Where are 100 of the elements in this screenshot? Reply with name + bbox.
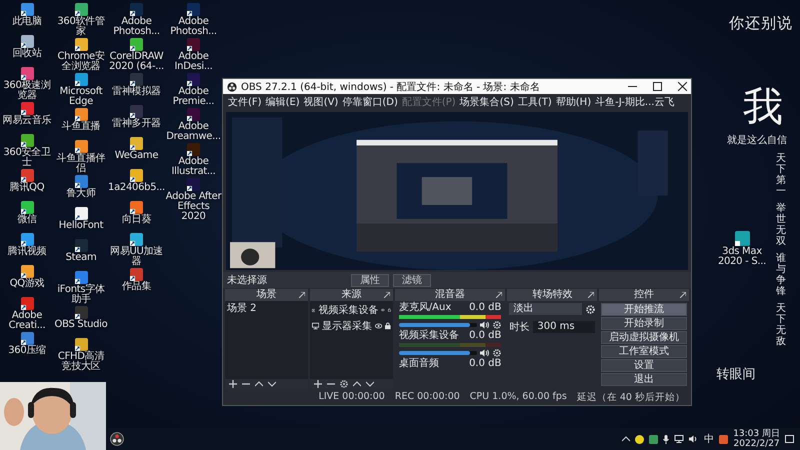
- volume-slider[interactable]: [398, 351, 478, 355]
- control-button[interactable]: 设置: [601, 359, 687, 372]
- app-icon[interactable]: [130, 105, 143, 118]
- network-icon[interactable]: [674, 435, 684, 443]
- app-icon[interactable]: [130, 169, 143, 182]
- menu-item[interactable]: 编辑(E): [266, 95, 300, 109]
- speaker-icon[interactable]: [480, 321, 490, 329]
- undock-icon[interactable]: [496, 292, 502, 298]
- app-icon[interactable]: [74, 73, 88, 86]
- app-icon[interactable]: [20, 332, 34, 345]
- menu-item[interactable]: 斗鱼-J-期比...云飞: [595, 95, 674, 109]
- icon-label: Adobe InDesi...: [174, 52, 214, 72]
- app-icon[interactable]: [187, 38, 200, 51]
- app-icon[interactable]: [187, 73, 200, 86]
- settings-icon[interactable]: [340, 380, 348, 388]
- undock-icon[interactable]: [298, 292, 305, 298]
- app-icon[interactable]: [20, 297, 34, 310]
- app-icon[interactable]: [74, 3, 88, 16]
- menu-item[interactable]: 工具(T): [518, 95, 552, 109]
- app-icon[interactable]: [130, 137, 143, 150]
- menu-item[interactable]: 停靠窗口(D): [342, 95, 398, 109]
- close-icon[interactable]: [678, 82, 687, 91]
- icon-label: Steam: [66, 253, 96, 263]
- app-icon[interactable]: [20, 169, 34, 182]
- menu-item[interactable]: 场景集合(S): [460, 95, 514, 109]
- transition-dropdown[interactable]: 淡出: [509, 303, 582, 315]
- app-icon[interactable]: [20, 35, 34, 48]
- source-button[interactable]: 滤镜: [393, 274, 431, 286]
- scene-item[interactable]: 场景 2: [227, 303, 306, 314]
- app-icon[interactable]: [74, 175, 88, 188]
- app-icon[interactable]: [20, 233, 34, 246]
- speaker-icon[interactable]: [480, 349, 490, 357]
- taskbar-clock[interactable]: 13:03 周日 2022/2/27: [733, 429, 780, 449]
- volume-slider[interactable]: [398, 323, 478, 327]
- app-icon[interactable]: [20, 134, 34, 147]
- undock-icon[interactable]: [588, 292, 594, 298]
- app-icon[interactable]: [130, 268, 143, 281]
- app-icon[interactable]: [20, 67, 34, 80]
- app-icon[interactable]: [187, 3, 200, 16]
- app-icon[interactable]: [20, 102, 34, 115]
- lock-icon[interactable]: [385, 322, 391, 330]
- app-icon[interactable]: [130, 3, 143, 16]
- app-icon[interactable]: [130, 38, 143, 51]
- app-icon[interactable]: [130, 201, 143, 214]
- icon-label: 斗鱼直播伴侣: [56, 154, 106, 174]
- source-item[interactable]: 显示器采集: [322, 319, 372, 333]
- app-icon[interactable]: [74, 207, 88, 220]
- app-icon[interactable]: [20, 265, 34, 278]
- undock-icon[interactable]: [680, 292, 686, 298]
- channel-name: 麦克风/Aux: [398, 303, 452, 313]
- add-icon[interactable]: [314, 380, 322, 388]
- app-icon[interactable]: [74, 38, 88, 51]
- app-icon[interactable]: [74, 108, 88, 121]
- menu-item[interactable]: 视图(V): [304, 95, 338, 109]
- source-item[interactable]: 视频采集设备: [318, 303, 378, 317]
- control-button[interactable]: 工作室模式: [601, 345, 687, 358]
- settings-icon[interactable]: [493, 321, 502, 329]
- app-icon[interactable]: [20, 3, 34, 16]
- app-icon[interactable]: [74, 140, 88, 153]
- clock-time: 13:03 周日: [733, 429, 780, 439]
- app-icon[interactable]: [74, 338, 88, 351]
- microphone-icon[interactable]: [663, 434, 670, 444]
- obs-logo-icon[interactable]: [110, 432, 124, 446]
- down-icon[interactable]: [268, 381, 276, 387]
- app-icon[interactable]: [20, 201, 34, 214]
- settings-icon[interactable]: [586, 304, 596, 314]
- chevron-up-icon[interactable]: [622, 436, 630, 442]
- control-button[interactable]: 启动虚拟摄像机: [601, 331, 687, 344]
- down-icon[interactable]: [366, 381, 374, 387]
- maximize-icon[interactable]: [653, 82, 662, 91]
- add-icon[interactable]: [229, 380, 237, 388]
- dock-title: 混音器: [435, 289, 466, 300]
- menu-item[interactable]: 帮助(H): [556, 95, 592, 109]
- undock-icon[interactable]: [384, 292, 390, 298]
- icon-label: 斗鱼直播: [62, 122, 100, 132]
- app-icon[interactable]: [74, 306, 88, 319]
- live-status: LIVE 00:00:00: [318, 391, 385, 404]
- eye-icon[interactable]: [375, 323, 382, 329]
- app-icon[interactable]: [130, 233, 143, 246]
- eye-icon[interactable]: [381, 307, 386, 313]
- source-button[interactable]: 属性: [351, 274, 389, 286]
- app-icon[interactable]: [187, 178, 200, 191]
- app-icon[interactable]: [130, 73, 143, 86]
- lock-icon[interactable]: [388, 306, 391, 314]
- notification-icon[interactable]: [785, 434, 794, 444]
- up-icon[interactable]: [352, 381, 361, 387]
- control-button[interactable]: 退出: [601, 373, 687, 386]
- settings-icon[interactable]: [493, 349, 502, 357]
- up-icon[interactable]: [255, 381, 263, 387]
- app-icon[interactable]: [74, 239, 88, 252]
- duration-field[interactable]: 300 ms: [533, 321, 596, 333]
- control-button[interactable]: 开始录制: [601, 317, 687, 330]
- control-button[interactable]: 开始推流: [601, 303, 687, 316]
- app-icon[interactable]: [734, 231, 750, 246]
- app-icon[interactable]: [187, 108, 200, 121]
- menu-item[interactable]: 文件(F): [228, 95, 262, 109]
- app-icon[interactable]: [74, 271, 88, 284]
- icon-label: Adobe Premie...: [172, 87, 216, 107]
- input-method-indicator[interactable]: 中: [704, 432, 714, 446]
- app-icon[interactable]: [187, 143, 200, 156]
